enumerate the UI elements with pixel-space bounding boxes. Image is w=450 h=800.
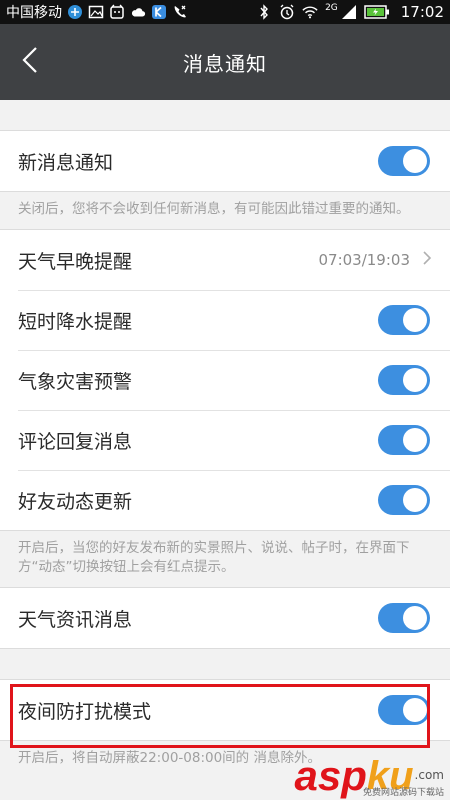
setting-label: 天气资讯消息: [18, 608, 133, 631]
setting-label: 评论回复消息: [18, 430, 133, 453]
page-title: 消息通知: [183, 52, 267, 76]
chevron-right-icon: [422, 250, 432, 270]
setting-row-disaster-warning[interactable]: 气象灾害预警: [0, 350, 450, 410]
signal-icon: [341, 4, 357, 20]
friend-updates-toggle[interactable]: [378, 485, 430, 515]
watermark-domain: .com: [414, 768, 444, 782]
watermark-tagline: 免费网站源码下载站: [362, 788, 444, 798]
bluetooth-icon: [256, 4, 272, 20]
setting-label: 气象灾害预警: [18, 370, 133, 393]
setting-row-weather-news[interactable]: 天气资讯消息: [0, 588, 450, 648]
setting-row-friend-updates[interactable]: 好友动态更新: [0, 470, 450, 530]
settings-group-weather: 天气早晚提醒 07:03/19:03 短时降水提醒 气象灾害预警 评论回复消息 …: [0, 229, 450, 531]
missed-call-icon: [172, 4, 188, 20]
settings-group-night-mode: 夜间防打扰模式: [0, 679, 450, 741]
cloud-icon: [130, 4, 146, 20]
setting-label: 天气早晚提醒: [18, 250, 133, 273]
setting-row-night-mode[interactable]: 夜间防打扰模式: [0, 680, 450, 740]
new-message-note: 关闭后，您将不会收到任何新消息，有可能因此错过重要的通知。: [18, 201, 410, 217]
title-bar: 消息通知: [0, 24, 450, 100]
setting-row-weather-reminder[interactable]: 天气早晚提醒 07:03/19:03: [0, 230, 450, 290]
setting-label: 夜间防打扰模式: [18, 700, 152, 723]
weather-news-toggle[interactable]: [378, 603, 430, 633]
cat-app-icon: [109, 4, 125, 20]
watermark-logo: asp ku .com 免费网站源码下载站: [294, 752, 444, 799]
setting-row-rain-alert[interactable]: 短时降水提醒: [0, 290, 450, 350]
new-message-toggle[interactable]: [378, 146, 430, 176]
carrier-name: 中国移动: [6, 5, 62, 21]
setting-row-comment-reply[interactable]: 评论回复消息: [0, 410, 450, 470]
app-notification-icon: [67, 4, 83, 20]
screen: 中国移动 2G 17:02 消息通知 新消息通知 关闭后，您将不会收到任何新消息…: [0, 0, 450, 800]
settings-list: 新消息通知 关闭后，您将不会收到任何新消息，有可能因此错过重要的通知。 天气早晚…: [0, 100, 450, 778]
wifi-icon: [302, 4, 318, 20]
setting-label: 短时降水提醒: [18, 310, 133, 333]
setting-label: 好友动态更新: [18, 490, 133, 513]
alarm-icon: [279, 4, 295, 20]
rain-alert-toggle[interactable]: [378, 305, 430, 335]
clock: 17:02: [400, 3, 444, 21]
k-app-icon: [151, 4, 167, 20]
settings-group-new-message: 新消息通知: [0, 130, 450, 192]
weather-reminder-time: 07:03/19:03: [318, 251, 410, 269]
disaster-warning-toggle[interactable]: [378, 365, 430, 395]
setting-label: 新消息通知: [18, 151, 114, 174]
comment-reply-toggle[interactable]: [378, 425, 430, 455]
status-bar: 中国移动 2G 17:02: [0, 0, 450, 24]
network-type: 2G: [325, 3, 338, 13]
gallery-icon: [88, 4, 104, 20]
watermark-brand: asp: [294, 752, 367, 799]
settings-group-weather-news: 天气资讯消息: [0, 587, 450, 649]
night-mode-toggle[interactable]: [378, 695, 430, 725]
battery-icon: [364, 4, 390, 20]
friend-updates-note: 开启后，当您的好友发布新的实景照片、说说、帖子时，在界面下方“动态”切换按钮上会…: [18, 540, 410, 575]
setting-row-new-message[interactable]: 新消息通知: [0, 131, 450, 191]
